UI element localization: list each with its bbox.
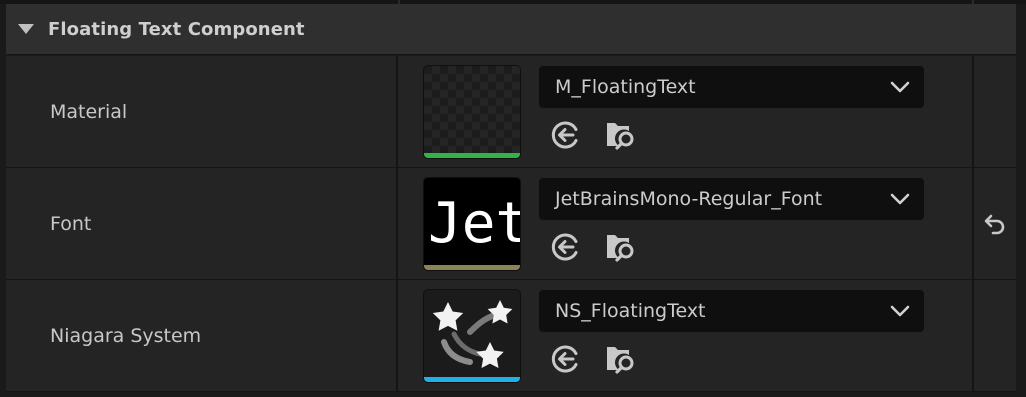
use-selected-button[interactable] (548, 230, 582, 264)
asset-type-bar (424, 265, 520, 270)
asset-name: NS_FloatingText (555, 300, 706, 322)
asset-type-bar (424, 153, 520, 158)
name-cell: Font (6, 168, 398, 279)
use-selected-button[interactable] (548, 342, 582, 376)
value-cell: M_FloatingText (400, 56, 972, 167)
reset-cell (972, 56, 1016, 167)
property-list: Material M_FloatingText Font Jet JetBrai… (6, 56, 1016, 392)
property-row-font: Font Jet JetBrainsMono-Regular_Font (6, 168, 1016, 280)
font-preview-thumbnail: Jet (424, 178, 520, 270)
folder-search-icon (607, 123, 634, 150)
arrow-left-circle-icon (551, 233, 578, 261)
reset-cell (972, 280, 1016, 391)
reset-arrow-icon[interactable] (983, 213, 1007, 235)
property-label: Niagara System (50, 324, 202, 347)
reset-cell (972, 168, 1016, 279)
asset-actions (548, 230, 638, 264)
asset-name: M_FloatingText (555, 76, 696, 98)
property-label: Material (50, 100, 128, 123)
chevron-down-icon (890, 305, 910, 317)
browse-button[interactable] (604, 342, 638, 376)
value-cell: NS_FloatingText (400, 280, 972, 391)
arrow-left-circle-icon (551, 345, 578, 373)
arrow-left-circle-icon (551, 121, 578, 149)
asset-combo-box[interactable]: JetBrainsMono-Regular_Font (539, 178, 924, 220)
asset-actions (548, 118, 638, 152)
category-header[interactable]: Floating Text Component (6, 4, 1016, 55)
use-selected-button[interactable] (548, 118, 582, 152)
asset-combo-box[interactable]: NS_FloatingText (539, 290, 924, 332)
name-cell: Niagara System (6, 280, 398, 391)
checker-thumbnail-image (424, 66, 520, 158)
asset-combo-box[interactable]: M_FloatingText (539, 66, 924, 108)
value-cell: Jet JetBrainsMono-Regular_Font (400, 168, 972, 279)
property-label: Font (50, 212, 92, 235)
asset-thumbnail[interactable] (424, 290, 520, 382)
property-row-material: Material M_FloatingText (6, 56, 1016, 168)
caret-down-icon[interactable] (18, 24, 34, 34)
browse-button[interactable] (604, 118, 638, 152)
folder-search-icon (607, 347, 634, 374)
niagara-stars-thumbnail (424, 290, 520, 382)
asset-thumbnail[interactable] (424, 66, 520, 158)
asset-thumbnail[interactable]: Jet (424, 178, 520, 270)
chevron-down-icon (890, 193, 910, 205)
browse-button[interactable] (604, 230, 638, 264)
asset-actions (548, 342, 638, 376)
asset-type-bar (424, 377, 520, 382)
stars-icon (432, 300, 513, 368)
chevron-down-icon (890, 81, 910, 93)
name-cell: Material (6, 56, 398, 167)
property-row-niagara-system: Niagara System NS_FloatingText (6, 280, 1016, 392)
category-title: Floating Text Component (48, 18, 305, 40)
folder-search-icon (607, 235, 634, 262)
asset-name: JetBrainsMono-Regular_Font (555, 188, 823, 210)
